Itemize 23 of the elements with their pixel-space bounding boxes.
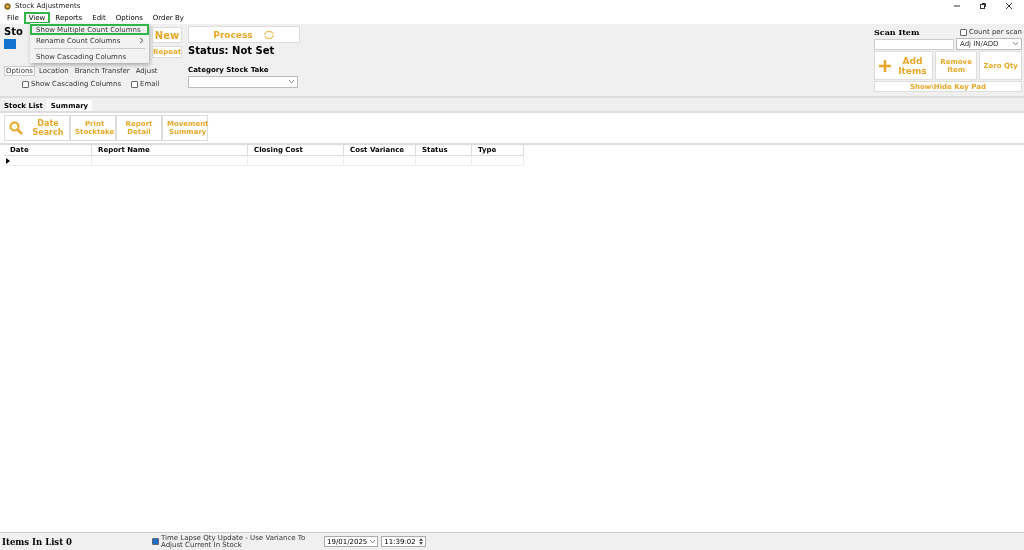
refresh-icon — [262, 30, 275, 39]
row-pointer-icon — [6, 158, 10, 164]
chevron-down-icon — [1013, 42, 1018, 46]
table-cell — [416, 156, 472, 166]
items-count: Items In List 0 — [2, 536, 72, 547]
minimize-icon[interactable] — [954, 3, 960, 9]
table-cell — [344, 156, 416, 166]
restore-icon[interactable] — [980, 3, 986, 9]
scan-input[interactable] — [874, 38, 954, 50]
section-title: Scan Item — [874, 27, 920, 37]
app-icon — [4, 2, 11, 10]
spinner-icon — [418, 538, 423, 545]
chevron-right-icon — [140, 38, 143, 43]
color-swatch — [4, 39, 16, 49]
category-dropdown[interactable] — [188, 76, 298, 88]
chevron-down-icon — [289, 80, 294, 84]
status-text: Status: Not Set — [188, 45, 275, 56]
table-cell — [472, 156, 524, 166]
close-icon[interactable] — [1006, 3, 1012, 9]
plus-icon — [879, 59, 892, 72]
panel-heading: Sto — [4, 26, 23, 37]
chevron-down-icon — [370, 539, 376, 544]
search-icon — [9, 121, 23, 135]
